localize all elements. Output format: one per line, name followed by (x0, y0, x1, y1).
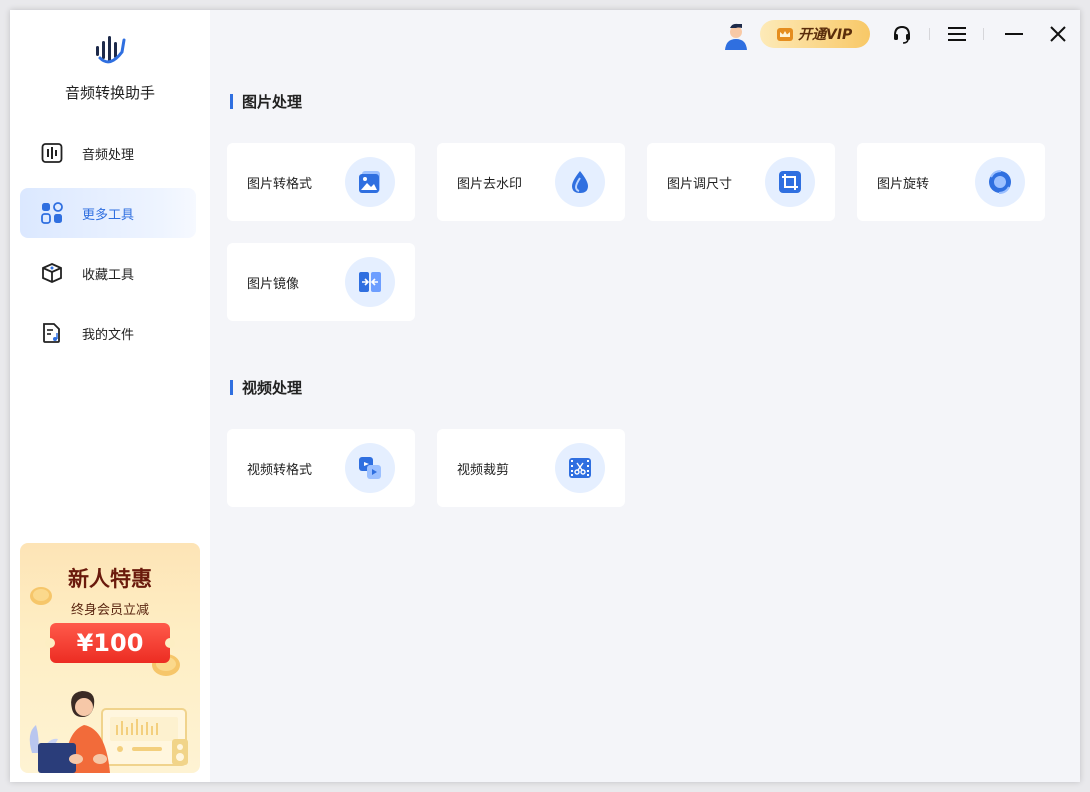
sidebar-item-my-files[interactable]: 我的文件 (20, 308, 196, 358)
headset-icon[interactable] (890, 22, 914, 46)
sidebar-item-label: 更多工具 (82, 207, 135, 223)
crown-icon (777, 28, 793, 41)
card-label: 图片转格式 (247, 177, 313, 192)
app-logo-icon (96, 36, 126, 64)
sidebar-item-more-tools[interactable]: 更多工具 (20, 188, 196, 238)
mirror-image-icon (345, 257, 395, 307)
image-convert-icon (345, 157, 395, 207)
sidebar: 音频转换助手 音频处理 更多工具 收藏工具 我的文件 新人特惠 终身会员立减 ¥… (10, 10, 210, 782)
card-label: 视频转格式 (247, 463, 313, 478)
tool-card-image-convert[interactable]: 图片转格式 (227, 143, 415, 221)
sidebar-item-label: 我的文件 (82, 327, 135, 343)
card-label: 图片调尺寸 (667, 177, 733, 192)
section-title-video: 视频处理 (230, 377, 302, 398)
tool-card-image-mirror[interactable]: 图片镜像 (227, 243, 415, 321)
audio-waveform-icon (40, 141, 64, 165)
sidebar-item-label: 音频处理 (82, 147, 135, 163)
app-title: 音频转换助手 (64, 84, 155, 102)
tool-card-image-rotate[interactable]: 图片旋转 (857, 143, 1045, 221)
section-title-image: 图片处理 (230, 91, 302, 112)
tool-card-video-convert[interactable]: 视频转格式 (227, 429, 415, 507)
minimize-icon[interactable] (1002, 22, 1026, 46)
open-vip-button[interactable]: 开通VIP (760, 20, 870, 48)
promo-title: 新人特惠 (68, 567, 152, 591)
video-cut-icon (555, 443, 605, 493)
vip-label: 开通VIP (798, 27, 853, 43)
promo-price: ¥100 (45, 623, 175, 663)
card-label: 图片旋转 (877, 177, 930, 192)
menu-icon[interactable] (945, 22, 969, 46)
card-label: 视频裁剪 (457, 463, 510, 478)
grid-tools-icon (40, 201, 64, 225)
sidebar-item-favorites[interactable]: 收藏工具 (20, 248, 196, 298)
crop-resize-icon (765, 157, 815, 207)
promo-subtitle: 终身会员立减 (70, 603, 149, 618)
rotate-image-icon (975, 157, 1025, 207)
tool-card-video-cut[interactable]: 视频裁剪 (437, 429, 625, 507)
box-collect-icon (40, 261, 64, 285)
card-label: 图片去水印 (457, 177, 523, 192)
close-icon[interactable] (1046, 22, 1070, 46)
sidebar-item-label: 收藏工具 (82, 267, 135, 283)
promo-banner[interactable]: 新人特惠 终身会员立减 ¥100 (20, 543, 200, 773)
tool-card-image-resize[interactable]: 图片调尺寸 (647, 143, 835, 221)
toolbar-divider (983, 28, 984, 40)
file-music-icon (40, 321, 64, 345)
user-avatar-icon[interactable] (722, 22, 750, 50)
watermark-drop-icon (555, 157, 605, 207)
sidebar-item-audio[interactable]: 音频处理 (20, 128, 196, 178)
card-label: 图片镜像 (247, 277, 300, 292)
app-window: 音频转换助手 音频处理 更多工具 收藏工具 我的文件 新人特惠 终身会员立减 ¥… (10, 10, 1080, 782)
promo-illustration (29, 691, 188, 773)
video-convert-icon (345, 443, 395, 493)
tool-card-watermark-remove[interactable]: 图片去水印 (437, 143, 625, 221)
toolbar-divider (929, 28, 930, 40)
